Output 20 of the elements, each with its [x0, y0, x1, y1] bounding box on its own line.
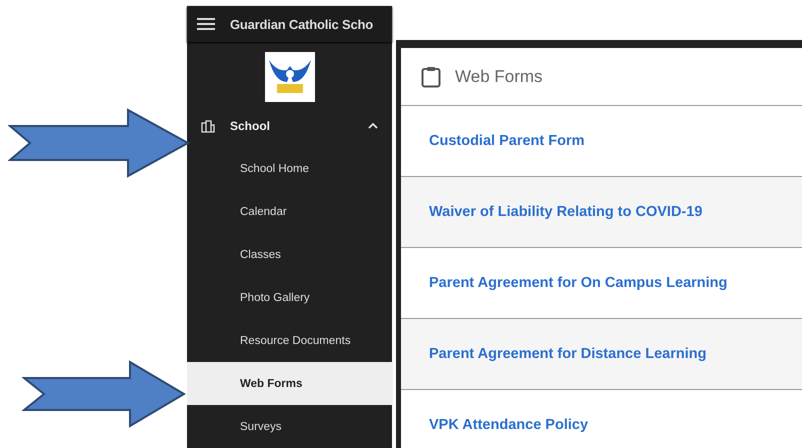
form-link[interactable]: Parent Agreement for Distance Learning	[429, 346, 706, 362]
section-header[interactable]: School	[187, 104, 392, 147]
nav-item[interactable]: Classes	[187, 233, 392, 276]
building-icon	[201, 118, 215, 133]
nav-item[interactable]: Web Forms	[187, 362, 393, 405]
menu-icon[interactable]	[197, 18, 215, 30]
nav-item[interactable]: Resource Documents	[187, 319, 392, 362]
panel-title: Web Forms	[455, 66, 543, 86]
nav-item[interactable]: Photo Gallery	[187, 276, 392, 319]
clipboard-icon	[421, 66, 441, 88]
nav-item[interactable]: Calendar	[187, 190, 392, 233]
chevron-icon	[368, 122, 378, 129]
form-link[interactable]: Custodial Parent Form	[429, 133, 584, 149]
eagle-logo	[264, 52, 314, 102]
school-name: Guardian Catholic Scho	[230, 16, 373, 32]
form-link[interactable]: Parent Agreement for On Campus Learning	[429, 275, 728, 291]
nav-item[interactable]: School Home	[187, 147, 392, 190]
form-link[interactable]: Waiver of Liability Relating to COVID-19	[429, 204, 702, 220]
form-link[interactable]: VPK Attendance Policy	[429, 417, 588, 433]
nav-item[interactable]: Surveys	[187, 405, 392, 448]
